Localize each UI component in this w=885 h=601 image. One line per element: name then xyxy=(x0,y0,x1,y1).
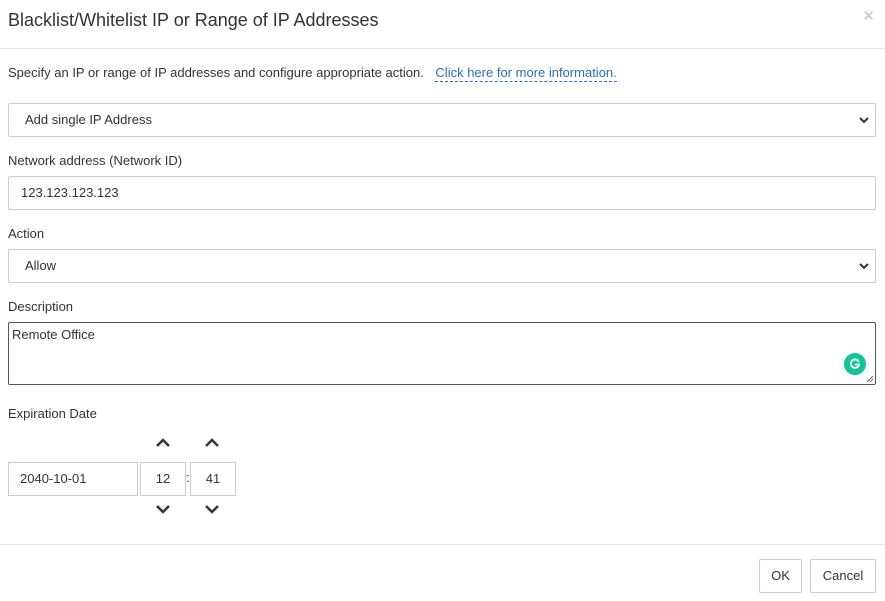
grammarly-icon[interactable] xyxy=(844,353,866,375)
intro-description: Specify an IP or range of IP addresses a… xyxy=(8,65,424,80)
ok-button[interactable]: OK xyxy=(759,559,802,593)
mode-select[interactable]: Add single IP Address xyxy=(8,103,876,137)
more-info-link[interactable]: Click here for more information. xyxy=(435,65,617,82)
expiration-label: Expiration Date xyxy=(8,406,97,421)
network-label: Network address (Network ID) xyxy=(8,153,183,168)
close-icon[interactable]: ✕ xyxy=(862,9,875,24)
minute-up-icon[interactable] xyxy=(204,437,220,449)
chevron-down-icon xyxy=(859,117,869,124)
dialog-title: Blacklist/Whitelist IP or Range of IP Ad… xyxy=(8,10,379,30)
mode-select-value: Add single IP Address xyxy=(25,112,152,127)
hour-value: 12 xyxy=(155,471,171,486)
cancel-button[interactable]: Cancel xyxy=(810,559,876,593)
network-address-value: 123.123.123.123 xyxy=(21,185,119,200)
action-label: Action xyxy=(8,226,45,241)
dialog-footer xyxy=(0,544,885,545)
network-address-input[interactable]: 123.123.123.123 xyxy=(8,176,876,210)
dialog-header: Blacklist/Whitelist IP or Range of IP Ad… xyxy=(0,0,885,49)
description-value: Remote Office xyxy=(12,327,95,342)
description-label: Description xyxy=(8,299,74,314)
action-select-value: Allow xyxy=(25,258,57,273)
hour-input[interactable]: 12 xyxy=(140,462,186,496)
expiration-date-input[interactable]: 2040-10-01 xyxy=(8,462,138,496)
description-textarea[interactable]: Remote Office xyxy=(8,322,876,385)
ip-rule-dialog: Blacklist/Whitelist IP or Range of IP Ad… xyxy=(0,0,885,601)
minute-down-icon[interactable] xyxy=(204,503,220,515)
action-select[interactable]: Allow xyxy=(8,249,876,283)
minute-input[interactable]: 41 xyxy=(190,462,236,496)
minute-value: 41 xyxy=(205,471,221,486)
hour-up-icon[interactable] xyxy=(155,437,171,449)
hour-down-icon[interactable] xyxy=(155,503,171,515)
intro-text: Specify an IP or range of IP addresses a… xyxy=(8,65,617,82)
resize-handle-icon[interactable] xyxy=(866,375,874,383)
expiration-date-value: 2040-10-01 xyxy=(20,471,87,486)
chevron-down-icon xyxy=(859,263,869,270)
